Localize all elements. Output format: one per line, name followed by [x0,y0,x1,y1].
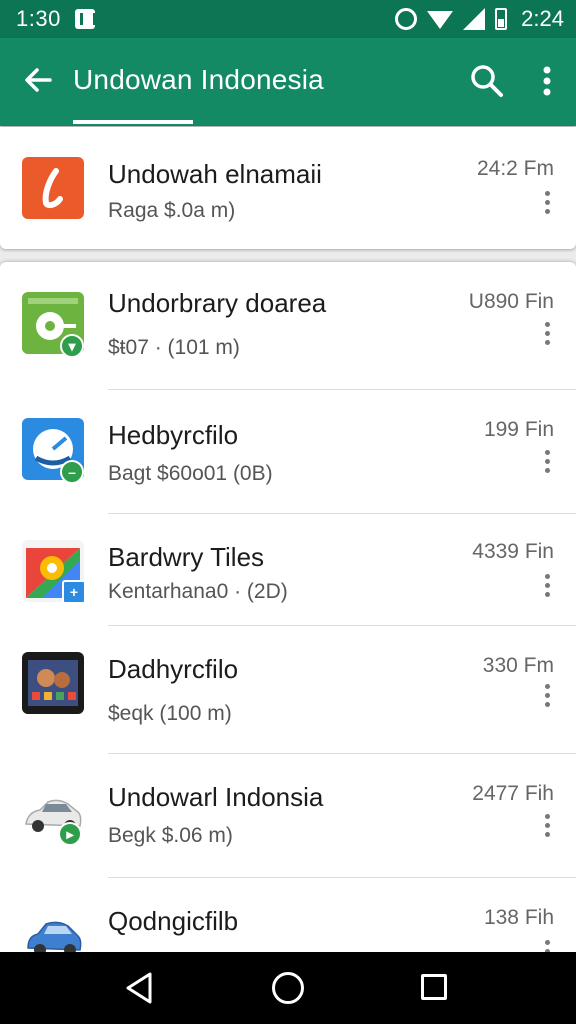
list-item[interactable]: Qodngicfilb 138 Fih [0,878,576,952]
battery-icon [495,8,508,30]
arrow-left-icon[interactable] [18,60,58,100]
play-badge-icon: ▸ [58,822,82,846]
nav-back-icon[interactable] [122,970,156,1006]
more-vertical-icon[interactable] [538,320,556,348]
status-time-right: 2:24 [521,6,564,31]
tablet-app-icon [22,652,84,714]
app-name: Bardwry Tiles [108,542,265,572]
featured-card: Undowah elnamaii Raga $.0a m) 24:2 Fm [0,127,576,249]
app-meta: $ŧ07 · (101 m) [108,336,240,359]
more-vertical-icon[interactable] [538,572,556,600]
app-bar: Undowan Indonesia [0,38,576,126]
app-size: U890 Fin [468,290,554,313]
app-size: 4339 Fin [472,540,554,563]
page-title: Undowan Indonesia [73,64,324,95]
list-item[interactable]: Dadhyrcfilo $eqk (100 m) 330 Fm [0,626,576,754]
app-meta: Begk $.06 m) [108,824,233,847]
blue-car-icon [22,904,84,952]
app-size: 199 Fin [483,418,554,441]
more-vertical-icon[interactable] [538,938,556,952]
app-list: ▾ Undorbrary doarea $ŧ07 · (101 m) U890 … [0,262,576,952]
app-name: Undorbrary doarea [108,288,327,318]
app-name: Undowah elnamaii [108,159,322,189]
signal-icon [463,8,486,30]
list-item[interactable]: Undowah elnamaii Raga $.0a m) 24:2 Fm [0,127,576,249]
nav-recents-icon[interactable] [421,974,447,1000]
search-icon[interactable] [468,62,506,100]
list-item[interactable]: ▾ Undorbrary doarea $ŧ07 · (101 m) U890 … [0,262,576,390]
wifi-icon [427,11,454,29]
app-meta: Raga $.0a m) [108,199,236,222]
orange-l-logo-icon [22,157,84,219]
app-size: 138 Fih [483,906,554,929]
app-name: Qodngicfilb [108,906,239,936]
list-item[interactable]: + Bardwry Tiles Kentarhana0 · (2D) 4339 … [0,514,576,626]
list-item[interactable]: – Hedbyrcfilo Bagt $60o01 (0B) 199 Fin [0,390,576,514]
cart-badge-icon: ▾ [60,334,84,358]
app-meta: Kentarhana0 · (2D) [108,580,288,603]
list-item[interactable]: ▸ Undowarl Indonsia Begk $.06 m) 2477 Fi… [0,754,576,878]
navigation-bar [0,952,576,1024]
status-time-left: 1:30 [16,6,61,31]
more-vertical-icon[interactable] [538,682,556,710]
status-bar: 1:30 2:24 [0,0,576,38]
app-name: Undowarl Indonsia [108,782,324,812]
app-meta: Bagt $60o01 (0B) [108,462,273,485]
tab-indicator [73,120,193,124]
app-name: Hedbyrcfilo [108,420,239,450]
nav-home-icon[interactable] [272,972,304,1004]
more-vertical-icon[interactable] [538,448,556,476]
app-size: 24:2 Fm [476,157,554,180]
minus-badge-icon: – [60,460,84,484]
app-size: 2477 Fih [472,782,554,805]
more-vertical-icon[interactable] [538,189,556,217]
plus-badge-icon: + [62,580,86,604]
app-meta: $eqk (100 m) [108,702,232,725]
alarm-icon [395,8,418,30]
notification-icon [74,9,96,29]
more-vertical-icon[interactable] [532,62,562,100]
app-name: Dadhyrcfilo [108,654,239,684]
app-size: 330 Fm [482,654,554,677]
more-vertical-icon[interactable] [538,812,556,840]
